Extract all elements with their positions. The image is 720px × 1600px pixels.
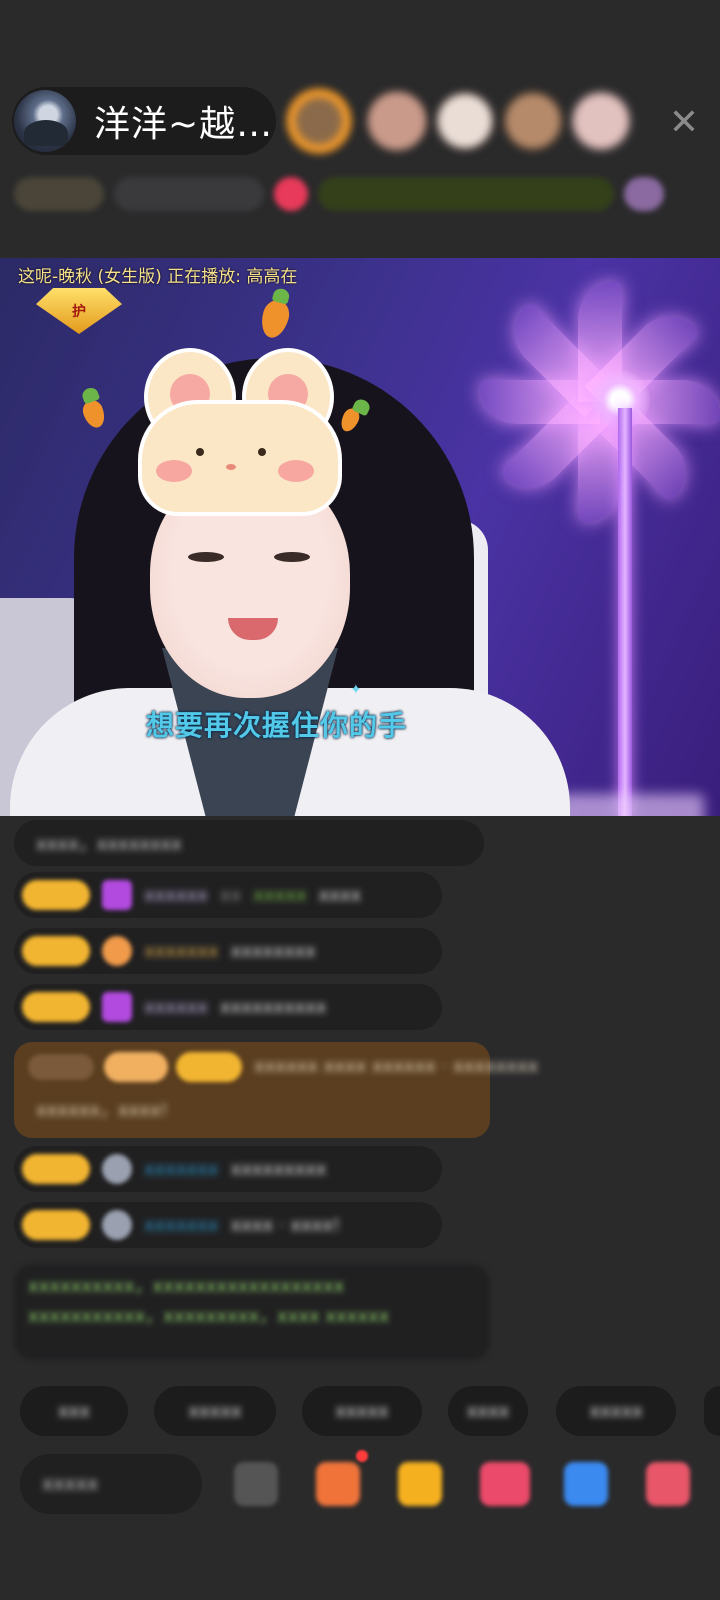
quick-reply-label: xxxxx xyxy=(335,1400,389,1422)
notification-dot xyxy=(356,1450,368,1462)
level-badge xyxy=(22,1210,90,1240)
emoji-icon[interactable] xyxy=(234,1462,278,1506)
chat-message[interactable]: xxxxxxx xxxxxxxxx xyxy=(14,1146,442,1192)
chat-username[interactable]: xxxxxx xyxy=(144,997,208,1018)
viewer-avatar[interactable] xyxy=(364,88,430,154)
chat-text: xxxxxxxxxx xyxy=(219,996,327,1018)
viewer-avatar[interactable] xyxy=(432,88,498,154)
viewer-avatar[interactable] xyxy=(286,88,352,154)
hot-icon[interactable] xyxy=(274,177,308,211)
quick-reply-label: xxxx xyxy=(466,1400,510,1422)
sparkle-icon: ✦ xyxy=(350,682,362,698)
chat-target: xxxxx xyxy=(253,884,307,906)
quick-reply-chip[interactable]: xxxxx xyxy=(154,1386,276,1436)
now-playing-text: 这呢-晚秋 (女生版) 正在播放: 高高在 xyxy=(18,267,298,287)
game-icon[interactable] xyxy=(564,1462,608,1506)
diamond-icon xyxy=(102,992,132,1022)
chat-input-placeholder: xxxxx xyxy=(42,1473,99,1495)
gift-icon[interactable] xyxy=(646,1462,690,1506)
level-badge xyxy=(22,992,90,1022)
chat-text: xxxx xyxy=(318,884,362,906)
room-info-bar xyxy=(14,168,704,220)
quick-reply-label: xxxxx xyxy=(188,1400,242,1422)
carrot-sticker xyxy=(257,297,293,341)
viewer-avatar[interactable] xyxy=(500,88,566,154)
chat-username[interactable]: xxxxxxx xyxy=(144,1159,219,1180)
carrot-sticker xyxy=(79,397,109,431)
chat-text: xxxx，xxxxxxxx xyxy=(36,834,182,855)
chat-text: xxxxxx xxxx xxxxxx · xxxxxxxx xyxy=(254,1056,539,1077)
live-video[interactable]: 这呢-晚秋 (女生版) 正在播放: 高高在 护 ✦ 想要再次握住你的手 xyxy=(0,258,720,816)
guard-badge[interactable]: 护 xyxy=(36,288,122,334)
anchor-name: 洋洋~越… xyxy=(94,104,270,145)
activity-icon[interactable] xyxy=(624,177,664,211)
rank-chip[interactable] xyxy=(14,177,104,211)
gift-message[interactable]: xxxxxx xxxx xxxxxx · xxxxxxxx xxxxxx，xxx… xyxy=(14,1042,538,1138)
chat-input[interactable]: xxxxx xyxy=(20,1454,202,1514)
chat-username[interactable]: xxxxxxx xyxy=(144,941,219,962)
chat-message[interactable]: xxxxxx xx xxxxx xxxx xyxy=(14,872,442,918)
chat-username[interactable]: xxxxxx xyxy=(144,885,208,906)
quick-reply-label: xxx xyxy=(58,1400,90,1422)
medal-icon xyxy=(102,936,132,966)
fries-gift-icon[interactable] xyxy=(398,1462,442,1506)
chat-text: xxxxxxxx xyxy=(230,940,316,962)
anchor-info-pill[interactable]: 洋洋~越… xyxy=(12,87,276,155)
heart-gift-icon[interactable] xyxy=(480,1462,530,1506)
pinwheel-decoration xyxy=(480,258,720,522)
chat-text: xxxxxx，xxxx! xyxy=(36,1100,168,1121)
chat-text: xxxx · xxxx! xyxy=(230,1214,341,1236)
level-badge xyxy=(22,1154,90,1184)
close-icon[interactable]: ✕ xyxy=(664,103,704,143)
chat-message[interactable]: xxxxxxx xxxx · xxxx! xyxy=(14,1202,442,1248)
chat-message[interactable]: xxxx，xxxxxxxx xyxy=(14,820,484,866)
lyric-subtitle: 想要再次握住你的手 xyxy=(146,709,408,742)
level-badge xyxy=(22,936,90,966)
user-avatar-icon xyxy=(102,1154,132,1184)
quick-reply-chip[interactable]: xxxxx xyxy=(556,1386,676,1436)
light-sign xyxy=(556,794,704,816)
viewer-avatar[interactable] xyxy=(568,88,634,154)
chat-message[interactable]: xxxxxxx xxxxxxxx xyxy=(14,928,442,974)
anchor-avatar[interactable] xyxy=(14,90,76,152)
quick-reply-chip[interactable]: xxx xyxy=(20,1386,128,1436)
quick-reply-chip[interactable]: xxxxx xyxy=(302,1386,422,1436)
chat-action: xx xyxy=(219,884,242,906)
bunny-headband-sticker xyxy=(138,348,342,516)
system-notice: xxxxxxxxxx，xxxxxxxxxxxxxxxxxx xxxxxxxxxx… xyxy=(14,1264,490,1360)
stats-chip[interactable] xyxy=(114,177,264,211)
quick-reply-chip[interactable]: xxxx xyxy=(448,1386,528,1436)
chat-username[interactable]: xxxxxxx xyxy=(144,1215,219,1236)
level-badge xyxy=(22,880,90,910)
diamond-icon xyxy=(102,880,132,910)
user-avatar-icon xyxy=(102,1210,132,1240)
activity-chip[interactable] xyxy=(318,177,614,211)
pinwheel-pole xyxy=(618,408,632,816)
quick-reply-chip[interactable] xyxy=(704,1386,720,1436)
chat-message[interactable]: xxxxxx xxxxxxxxxx xyxy=(14,984,442,1030)
gift-box-icon[interactable] xyxy=(316,1462,360,1506)
quick-reply-label: xxxxx xyxy=(589,1400,643,1422)
chat-text: xxxxxxxxx xyxy=(230,1158,327,1180)
